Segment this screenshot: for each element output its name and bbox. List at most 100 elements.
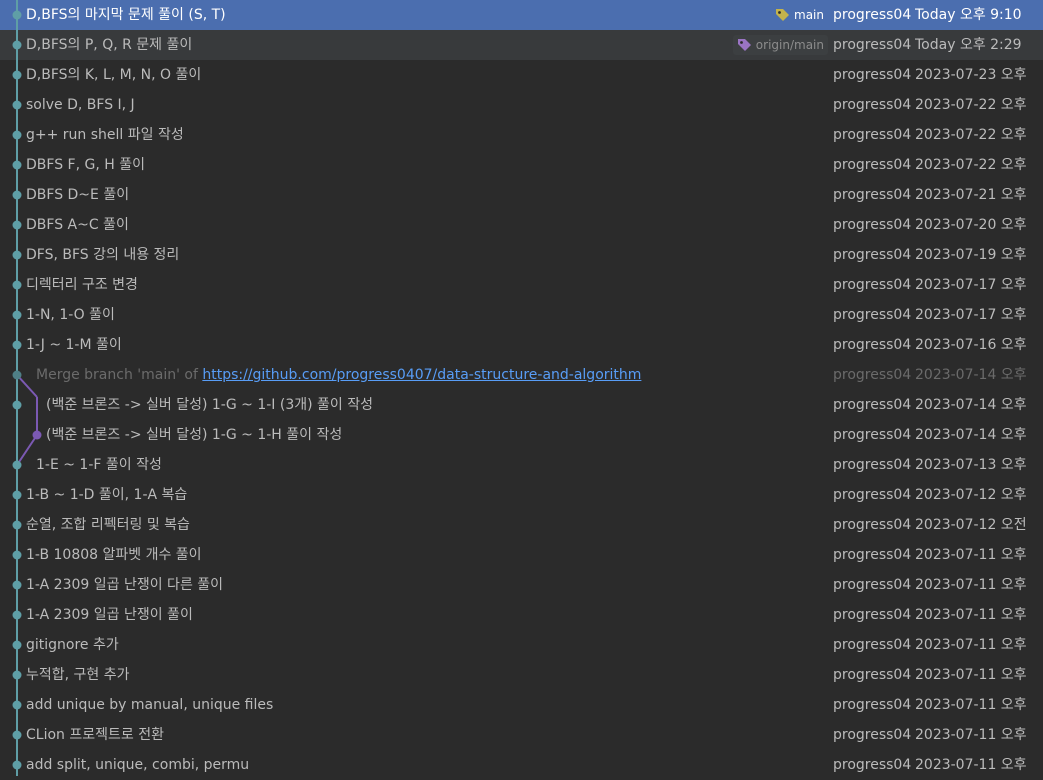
- commit-row[interactable]: gitignore 추가 progress0402023-07-11 오후: [0, 630, 1043, 660]
- commit-author: progress040: [833, 187, 911, 203]
- commit-date: 2023-07-14 오후: [915, 397, 1027, 413]
- commit-message-text: DBFS F, G, H 풀이: [26, 157, 145, 173]
- commit-message: 누적합, 구현 추가: [26, 660, 828, 690]
- commit-author: progress040: [833, 457, 911, 473]
- commit-row[interactable]: g++ run shell 파일 작성 progress0402023-07-22…: [0, 120, 1043, 150]
- commit-date: 2023-07-12 오후: [915, 487, 1027, 503]
- commit-row[interactable]: 디렉터리 구조 변경 progress0402023-07-17 오후: [0, 270, 1043, 300]
- commit-row[interactable]: 1-B ~ 1-D 풀이, 1-A 복습 progress0402023-07-1…: [0, 480, 1043, 510]
- commit-author: progress040: [833, 637, 911, 653]
- commit-row[interactable]: solve D, BFS I, J progress0402023-07-22 오…: [0, 90, 1043, 120]
- commit-message-text: DBFS A~C 풀이: [26, 217, 129, 233]
- commit-message-text: DFS, BFS 강의 내용 정리: [26, 247, 180, 263]
- commit-author: progress040: [833, 427, 911, 443]
- commit-message-text: D,BFS의 P, Q, R 문제 풀이: [26, 37, 193, 53]
- commit-message-text: 1-A 2309 일곱 난쟁이 다른 풀이: [26, 577, 224, 593]
- commit-message-text: 1-J ~ 1-M 풀이: [26, 337, 122, 353]
- commit-message: D,BFS의 P, Q, R 문제 풀이: [26, 30, 723, 60]
- remote-url-link[interactable]: https://github.com/progress0407/data-str…: [202, 367, 641, 383]
- commit-message-text: CLion 프로젝트로 전환: [26, 727, 164, 743]
- commit-date: 2023-07-11 오후: [915, 697, 1027, 713]
- commit-message: DBFS F, G, H 풀이: [26, 150, 828, 180]
- commit-date: 2023-07-11 오후: [915, 637, 1027, 653]
- commit-message: 1-E ~ 1-F 풀이 작성: [36, 450, 828, 480]
- commit-message: 1-B 10808 알파벳 개수 풀이: [26, 540, 828, 570]
- commit-author: progress040: [833, 337, 911, 353]
- commit-author: progress040: [833, 577, 911, 593]
- commit-message-text: 1-A 2309 일곱 난쟁이 풀이: [26, 607, 193, 623]
- commit-message: 1-B ~ 1-D 풀이, 1-A 복습: [26, 480, 828, 510]
- commit-message-text: D,BFS의 마지막 문제 풀이 (S, T): [26, 7, 226, 23]
- commit-author: progress040: [833, 127, 911, 143]
- commit-row[interactable]: 1-A 2309 일곱 난쟁이 풀이 progress0402023-07-11 …: [0, 600, 1043, 630]
- commit-author: progress040: [833, 217, 911, 233]
- commit-message-text: DBFS D~E 풀이: [26, 187, 130, 203]
- commit-date: Today 오후 9:10: [915, 7, 1022, 23]
- commit-row[interactable]: 1-N, 1-O 풀이 progress0402023-07-17 오후: [0, 300, 1043, 330]
- commit-row[interactable]: D,BFS의 마지막 문제 풀이 (S, T) main progress040To…: [0, 0, 1043, 30]
- commit-row[interactable]: DBFS D~E 풀이 progress0402023-07-21 오후: [0, 180, 1043, 210]
- commit-row[interactable]: DBFS A~C 풀이 progress0402023-07-20 오후: [0, 210, 1043, 240]
- commit-row[interactable]: 순열, 조합 리펙터링 및 복습 progress0402023-07-12 오전: [0, 510, 1043, 540]
- commit-row[interactable]: D,BFS의 K, L, M, N, O 풀이 progress0402023-0…: [0, 60, 1043, 90]
- commit-message: DBFS A~C 풀이: [26, 210, 828, 240]
- commit-row[interactable]: DBFS F, G, H 풀이 progress0402023-07-22 오후: [0, 150, 1043, 180]
- tag-icon: [775, 8, 794, 22]
- commit-date: Today 오후 2:29: [915, 37, 1022, 53]
- commit-row[interactable]: add unique by manual, unique files progre…: [0, 690, 1043, 720]
- commit-message-text: gitignore 추가: [26, 637, 119, 653]
- commit-message-text: 1-E ~ 1-F 풀이 작성: [36, 457, 162, 473]
- commit-author: progress040: [833, 367, 911, 383]
- commit-message-text: add split, unique, combi, permu: [26, 757, 250, 773]
- commit-date: 2023-07-14 오후: [915, 367, 1027, 383]
- commit-message-text: g++ run shell 파일 작성: [26, 127, 184, 143]
- commit-date: 2023-07-16 오후: [915, 337, 1027, 353]
- commit-author: progress040: [833, 397, 911, 413]
- branch-name: main: [794, 8, 824, 22]
- commit-author: progress040: [833, 547, 911, 563]
- commit-message-text: (백준 브론즈 -> 실버 달성) 1-G ~ 1-H 풀이 작성: [46, 427, 343, 443]
- commit-row[interactable]: (백준 브론즈 -> 실버 달성) 1-G ~ 1-H 풀이 작성 progres…: [0, 420, 1043, 450]
- commit-message: D,BFS의 마지막 문제 풀이 (S, T): [26, 0, 753, 30]
- commit-row[interactable]: D,BFS의 P, Q, R 문제 풀이 origin/main progress0…: [0, 30, 1043, 60]
- commit-date: 2023-07-11 오후: [915, 607, 1027, 623]
- commit-row[interactable]: DFS, BFS 강의 내용 정리 progress0402023-07-19 오…: [0, 240, 1043, 270]
- commit-message-text: (백준 브론즈 -> 실버 달성) 1-G ~ 1-I (3개) 풀이 작성: [46, 397, 373, 413]
- commit-row[interactable]: 1-E ~ 1-F 풀이 작성 progress0402023-07-13 오후: [0, 450, 1043, 480]
- commit-message: (백준 브론즈 -> 실버 달성) 1-G ~ 1-H 풀이 작성: [46, 420, 828, 450]
- commit-date: 2023-07-11 오후: [915, 667, 1027, 683]
- commit-row[interactable]: (백준 브론즈 -> 실버 달성) 1-G ~ 1-I (3개) 풀이 작성 pr…: [0, 390, 1043, 420]
- commit-date: 2023-07-11 오후: [915, 547, 1027, 563]
- commit-author: progress040: [833, 247, 911, 263]
- commit-message-text: 1-B 10808 알파벳 개수 풀이: [26, 547, 202, 563]
- commit-message-text: D,BFS의 K, L, M, N, O 풀이: [26, 67, 202, 83]
- commit-message: solve D, BFS I, J: [26, 90, 828, 120]
- commit-date: 2023-07-13 오후: [915, 457, 1027, 473]
- commit-message: DBFS D~E 풀이: [26, 180, 828, 210]
- commit-message-text: Merge branch 'main' of: [36, 367, 203, 383]
- commit-row[interactable]: 1-J ~ 1-M 풀이 progress0402023-07-16 오후: [0, 330, 1043, 360]
- commit-author: progress040: [833, 697, 911, 713]
- remote-branch-label[interactable]: origin/main: [732, 35, 828, 55]
- commit-row[interactable]: 1-B 10808 알파벳 개수 풀이 progress0402023-07-11…: [0, 540, 1043, 570]
- commit-row[interactable]: CLion 프로젝트로 전환 progress0402023-07-11 오후: [0, 720, 1043, 750]
- tag-icon: [737, 38, 756, 52]
- commit-message: 디렉터리 구조 변경: [26, 270, 828, 300]
- commit-author: progress040: [833, 277, 911, 293]
- commit-author: progress040: [833, 37, 911, 53]
- commit-row[interactable]: 1-A 2309 일곱 난쟁이 다른 풀이 progress0402023-07-…: [0, 570, 1043, 600]
- commit-message-text: add unique by manual, unique files: [26, 697, 274, 713]
- local-branch-label[interactable]: main: [771, 5, 828, 25]
- commit-author: progress040: [833, 607, 911, 623]
- commit-author: progress040: [833, 517, 911, 533]
- commit-row[interactable]: Merge branch 'main' of https://github.co…: [0, 360, 1043, 390]
- commit-author: progress040: [833, 727, 911, 743]
- git-log-panel[interactable]: D,BFS의 마지막 문제 풀이 (S, T)mainprogress040To…: [0, 0, 1043, 780]
- commit-author: progress040: [833, 307, 911, 323]
- commit-date: 2023-07-12 오전: [915, 517, 1027, 533]
- commit-row[interactable]: 누적합, 구현 추가 progress0402023-07-11 오후: [0, 660, 1043, 690]
- commit-date: 2023-07-22 오후: [915, 127, 1027, 143]
- commit-date: 2023-07-22 오후: [915, 97, 1027, 113]
- commit-message: 순열, 조합 리펙터링 및 복습: [26, 510, 828, 540]
- commit-message-text: 누적합, 구현 추가: [26, 667, 130, 683]
